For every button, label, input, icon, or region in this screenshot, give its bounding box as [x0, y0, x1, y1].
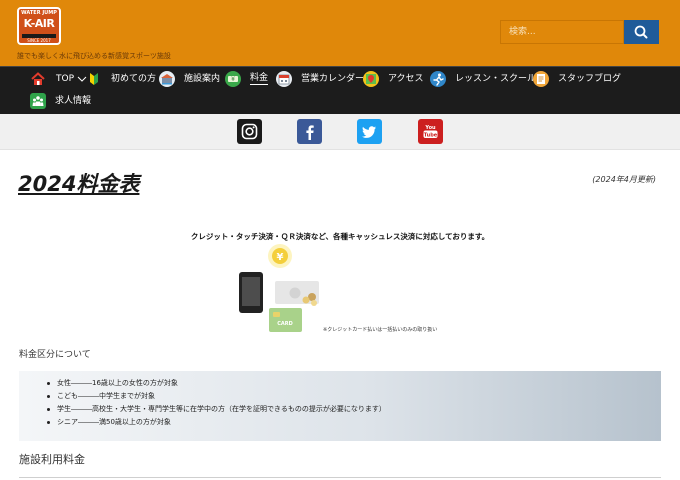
yen-coin-icon: ¥ — [268, 244, 292, 268]
nav-label-beginners: 初めての方 — [111, 73, 157, 84]
card-caption: ※クレジットカード払いは一括払いのみの取り扱い — [323, 327, 438, 333]
nav-label-facility: 施設案内 — [184, 73, 221, 84]
search-button[interactable] — [624, 20, 659, 44]
payment-note: クレジット・タッチ決済・ＱＲ決済など、各種キャッシュレス決済に対応しております。 — [190, 232, 490, 241]
facebook-link[interactable] — [297, 119, 322, 144]
category-item-children: こども―――中学生までが対象 — [47, 390, 661, 403]
facebook-icon — [306, 125, 314, 140]
credit-card-icon: CARD — [269, 308, 302, 332]
nav-staff-blog[interactable]: スタッフブログ — [533, 69, 621, 89]
search-icon — [634, 25, 648, 39]
svg-text:Tube: Tube — [424, 132, 438, 138]
svg-text:¥: ¥ — [231, 76, 235, 83]
youtube-icon: You Tube — [423, 125, 438, 138]
page-title: 2024料金表 — [18, 172, 140, 196]
nav-label-recruit: 求人情報 — [55, 95, 92, 106]
nav-pricing[interactable]: ¥ 料金 — [225, 69, 269, 89]
instagram-icon — [241, 123, 258, 140]
logo-bottom-text: SINCE 2017 — [27, 38, 51, 43]
twitter-icon — [362, 126, 376, 138]
runner-icon — [430, 71, 446, 87]
category-item-women: 女性―――16歳以上の女性の方が対象 — [47, 377, 661, 390]
calendar-icon — [276, 71, 292, 87]
instagram-link[interactable] — [237, 119, 262, 144]
category-item-students: 学生―――高校生・大学生・専門学生等に在学中の方（在学を証明できるものの提示が必… — [47, 403, 661, 416]
nav-home[interactable]: TOP — [30, 69, 87, 89]
facility-icon — [159, 71, 175, 87]
logo-top-text: WATER JUMP — [21, 10, 57, 16]
category-list: 女性―――16歳以上の女性の方が対象 こども―――中学生までが対象 学生―――高… — [47, 377, 661, 429]
nav-recruit[interactable]: 求人情報 — [30, 91, 91, 111]
nav-lessons[interactable]: レッスン・スクール — [430, 69, 536, 89]
map-pin-icon — [363, 71, 379, 87]
category-item-seniors: シニア―――満50歳以上の方が対象 — [47, 416, 661, 429]
nav-label-calendar: 営業カレンダー — [301, 73, 365, 84]
facility-fee-heading: 施設利用料金 — [19, 453, 85, 466]
site-header: WATER JUMP K-AIR SINCE 2017 誰でも楽しく水に飛び込め… — [0, 0, 680, 66]
svg-text:You: You — [424, 125, 436, 131]
group-icon — [30, 93, 46, 109]
nav-label-access: アクセス — [388, 73, 424, 84]
cash-card-icon — [275, 281, 319, 306]
svg-text:CARD: CARD — [277, 321, 293, 327]
search-input[interactable] — [500, 20, 624, 44]
divider — [19, 477, 661, 478]
main-nav: TOP 初めての方 施設案内 ¥ 料金 営業カレンダー アクセス レッスン・スク… — [0, 66, 680, 114]
smartphone-icon — [239, 272, 263, 313]
site-logo[interactable]: WATER JUMP K-AIR SINCE 2017 — [17, 7, 61, 45]
nav-calendar[interactable]: 営業カレンダー — [276, 69, 364, 89]
social-bar: You Tube — [0, 114, 680, 150]
nav-beginners[interactable]: 初めての方 — [86, 69, 156, 89]
site-tagline: 誰でも楽しく水に飛び込める新感覚スポーツ施設 — [17, 52, 171, 60]
nav-facility[interactable]: 施設案内 — [159, 69, 220, 89]
nav-label-staff-blog: スタッフブログ — [558, 73, 622, 84]
category-heading: 料金区分について — [19, 350, 91, 360]
svg-text:¥: ¥ — [277, 252, 284, 263]
nav-label-lessons: レッスン・スクール — [455, 73, 537, 84]
twitter-link[interactable] — [357, 119, 382, 144]
yen-icon: ¥ — [225, 71, 241, 87]
cashless-illustration: ¥ CARD — [232, 243, 332, 335]
nav-label-top: TOP — [56, 73, 75, 84]
youtube-link[interactable]: You Tube — [418, 119, 443, 144]
beginner-mark-icon — [86, 71, 102, 87]
update-date: (2024年4月更新) — [592, 175, 656, 184]
nav-access[interactable]: アクセス — [363, 69, 424, 89]
logo-main-text: K-AIR — [23, 17, 55, 30]
home-icon — [30, 71, 46, 87]
blog-icon — [533, 71, 549, 87]
nav-label-pricing: 料金 — [250, 72, 269, 85]
category-box: 女性―――16歳以上の女性の方が対象 こども―――中学生までが対象 学生―――高… — [19, 371, 661, 441]
